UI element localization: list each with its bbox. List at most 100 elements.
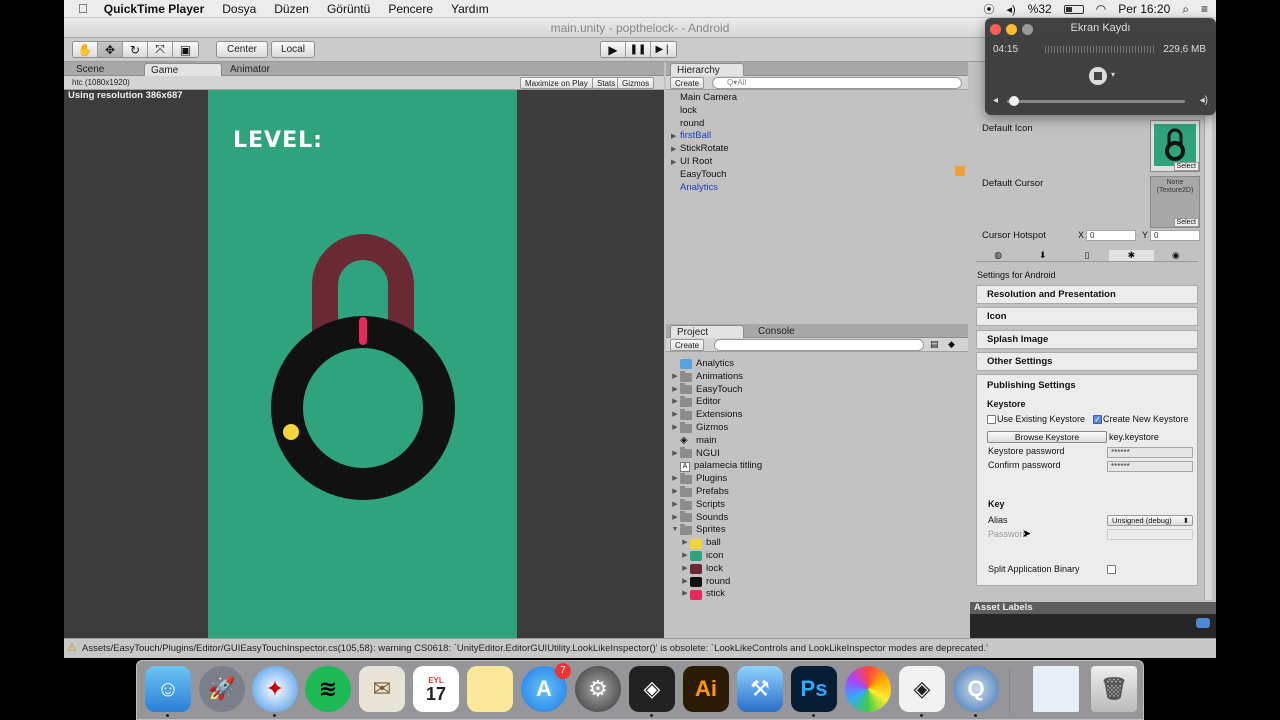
downloads-stack-icon[interactable] xyxy=(1033,666,1079,712)
rect-tool-icon[interactable]: ▣ xyxy=(173,42,198,57)
default-icon-slot[interactable]: Select xyxy=(1150,120,1200,172)
launchpad-icon[interactable]: 🚀 xyxy=(199,666,245,712)
expand-arrow-icon[interactable]: ▶ xyxy=(670,512,680,525)
default-cursor-select-button[interactable]: Select xyxy=(1173,218,1199,227)
filter-type-icon[interactable]: ▤ xyxy=(930,339,939,350)
spotlight-icon[interactable]: ⌕ xyxy=(1182,2,1189,17)
hotspot-y-field[interactable]: 0 xyxy=(1150,230,1200,241)
project-search-input[interactable] xyxy=(714,339,924,351)
battery-icon[interactable] xyxy=(1063,4,1084,14)
notification-center-icon[interactable]: ≡ xyxy=(1201,2,1208,16)
project-item[interactable]: ◈ main xyxy=(670,435,960,448)
maximize-on-play-button[interactable]: Maximize on Play xyxy=(520,77,593,89)
section-splash[interactable]: Splash Image xyxy=(976,330,1198,349)
battery-label[interactable]: %32 xyxy=(1028,2,1052,16)
tab-project[interactable]: Project xyxy=(670,325,744,338)
play-icon[interactable]: ▶ xyxy=(601,42,626,57)
expand-arrow-icon[interactable]: ▶ xyxy=(680,576,690,589)
section-resolution[interactable]: Resolution and Presentation xyxy=(976,285,1198,304)
expand-arrow-icon[interactable]: ▶ xyxy=(670,396,680,409)
hierarchy-item[interactable]: round xyxy=(666,118,968,131)
expand-arrow-icon[interactable]: ▶ xyxy=(671,157,680,170)
project-item[interactable]: ▶ NGUI xyxy=(670,447,960,461)
project-create-button[interactable]: Create xyxy=(670,339,705,351)
confirm-password-field[interactable]: ****** xyxy=(1107,461,1193,472)
volume-knob[interactable] xyxy=(1009,96,1019,106)
game-canvas[interactable]: LEVEL: xyxy=(208,90,517,638)
inspector-scrollbar[interactable] xyxy=(1204,116,1212,600)
hotspot-x-field[interactable]: 0 xyxy=(1086,230,1136,241)
options-chevron-icon[interactable]: ▾ xyxy=(1111,70,1115,79)
menu-help[interactable]: Yardım xyxy=(451,2,489,16)
hierarchy-item[interactable]: ▶ StickRotate xyxy=(666,143,968,156)
create-new-keystore-checkbox[interactable]: ✓ xyxy=(1093,415,1102,424)
platform-ios-icon[interactable]: ▯ xyxy=(1065,250,1109,261)
menu-window[interactable]: Pencere xyxy=(388,2,433,16)
photos-icon[interactable] xyxy=(845,666,891,712)
project-item[interactable]: Apalamecia titling xyxy=(670,460,960,473)
menu-file[interactable]: Dosya xyxy=(222,2,256,16)
hand-tool-icon[interactable]: ✋ xyxy=(73,42,98,57)
browse-keystore-button[interactable]: Browse Keystore xyxy=(987,431,1107,443)
quicktime-icon[interactable]: Q xyxy=(953,666,999,712)
step-icon[interactable]: ▶❘ xyxy=(651,42,676,57)
finder-icon[interactable]: ☺ xyxy=(145,666,191,712)
system-preferences-icon[interactable]: ⚙ xyxy=(575,666,621,712)
sprite-item[interactable]: ▶ round xyxy=(670,576,960,589)
sprite-item[interactable]: ▶ ball xyxy=(670,537,960,550)
rotate-tool-icon[interactable]: ↻ xyxy=(123,42,148,57)
expand-arrow-icon[interactable]: ▶ xyxy=(670,448,680,461)
use-existing-keystore-checkbox[interactable] xyxy=(987,415,996,424)
tab-console[interactable]: Console xyxy=(752,325,801,338)
section-icon[interactable]: Icon xyxy=(976,307,1198,326)
expand-arrow-icon[interactable]: ▶ xyxy=(670,371,680,384)
split-binary-checkbox[interactable] xyxy=(1107,565,1116,574)
unity-secondary-icon[interactable]: ◈ xyxy=(899,666,945,712)
mail-icon[interactable]: ✉ xyxy=(359,666,405,712)
pause-icon[interactable]: ❚❚ xyxy=(626,42,651,57)
tab-game[interactable]: Game xyxy=(144,63,222,76)
hierarchy-item[interactable]: Analytics xyxy=(666,182,968,195)
safari-icon[interactable]: ✦ xyxy=(252,666,298,712)
hierarchy-search-input[interactable]: Q▾All xyxy=(712,77,962,89)
platform-web-icon[interactable]: ◍ xyxy=(976,250,1020,261)
scale-tool-icon[interactable]: ⤧ xyxy=(148,42,173,57)
unity-icon[interactable]: ◈ xyxy=(629,666,675,712)
hierarchy-item[interactable]: lock xyxy=(666,105,968,118)
menu-edit[interactable]: Düzen xyxy=(274,2,309,16)
project-item[interactable]: ▶ Extensions xyxy=(670,409,960,422)
keystore-password-field[interactable]: ****** xyxy=(1107,447,1193,458)
project-item[interactable]: ▶ Editor xyxy=(670,396,960,409)
default-icon-select-button[interactable]: Select xyxy=(1173,162,1199,171)
gizmos-dropdown[interactable]: Gizmos xyxy=(617,77,655,89)
record-status-icon[interactable]: ⦿ xyxy=(984,1,995,17)
project-item[interactable]: ▶ Scripts xyxy=(670,498,960,512)
stats-button[interactable]: Stats xyxy=(592,77,621,89)
stop-record-button[interactable] xyxy=(1089,67,1107,85)
expand-arrow-icon[interactable]: ▶ xyxy=(680,588,690,601)
platform-android-icon[interactable]: ✱ xyxy=(1109,250,1154,261)
hierarchy-item[interactable]: Main Camera xyxy=(666,92,968,105)
tab-hierarchy[interactable]: Hierarchy xyxy=(670,63,744,76)
sprite-item[interactable]: ▶ icon xyxy=(670,550,960,563)
expand-arrow-icon[interactable]: ▼ xyxy=(670,524,680,537)
project-item[interactable]: Analytics xyxy=(670,358,960,371)
photoshop-icon[interactable]: Ps xyxy=(791,666,837,712)
tab-scene[interactable]: Scene xyxy=(70,63,110,76)
pivot-center-button[interactable]: Center xyxy=(216,41,268,58)
project-item[interactable]: ▶ Prefabs xyxy=(670,485,960,499)
status-bar[interactable]: ⚠ Assets/EasyTouch/Plugins/Editor/GUIEas… xyxy=(64,638,1216,658)
calendar-icon[interactable]: EYL 17 xyxy=(413,666,459,712)
hierarchy-item[interactable]: EasyTouch xyxy=(666,169,968,182)
trash-icon[interactable]: 🗑 xyxy=(1091,666,1137,712)
move-tool-icon[interactable]: ✥ xyxy=(98,42,123,57)
expand-arrow-icon[interactable]: ▶ xyxy=(670,486,680,499)
notes-icon[interactable] xyxy=(467,666,513,712)
menu-app-name[interactable]: QuickTime Player xyxy=(104,2,205,16)
expand-arrow-icon[interactable]: ▶ xyxy=(670,384,680,397)
expand-arrow-icon[interactable]: ▶ xyxy=(680,550,690,563)
menu-view[interactable]: Görüntü xyxy=(327,2,370,16)
pivot-local-button[interactable]: Local xyxy=(271,41,315,58)
expand-arrow-icon[interactable]: ▶ xyxy=(670,422,680,435)
alias-dropdown[interactable]: Unsigned (debug) ⬍ xyxy=(1107,515,1193,526)
